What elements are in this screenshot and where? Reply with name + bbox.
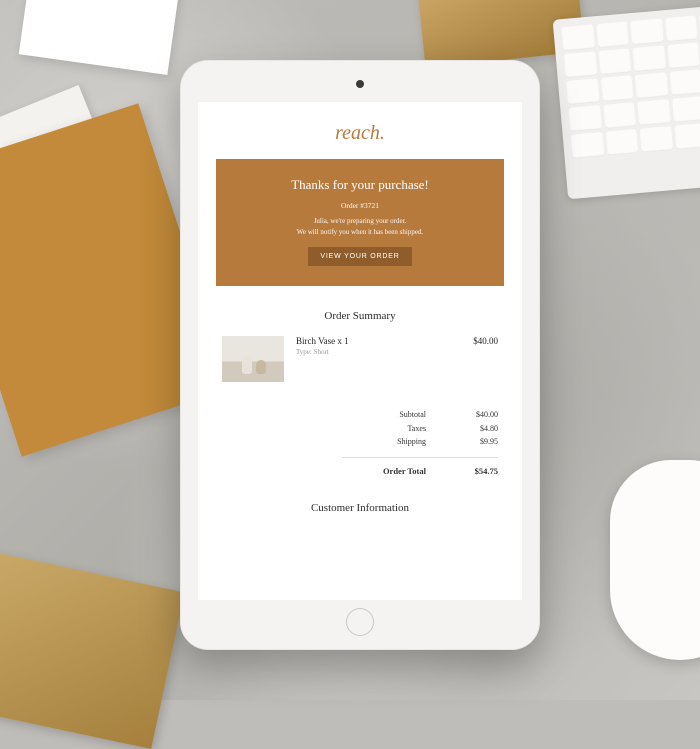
product-name: Birch Vase x 1 xyxy=(296,336,461,346)
totals-divider xyxy=(342,457,498,458)
brand-logo: reach. xyxy=(198,102,522,159)
taxes-value: $4.80 xyxy=(456,422,498,436)
message-line-1: Julia, we're preparing your order. xyxy=(314,217,407,225)
prop-keyboard xyxy=(553,1,700,199)
confirmation-banner: Thanks for your purchase! Order #3721 Ju… xyxy=(216,159,504,286)
order-number: Order #3721 xyxy=(232,201,488,210)
order-total-value: $54.75 xyxy=(456,464,498,478)
prop-mouse xyxy=(610,460,700,660)
line-item-row: Birch Vase x 1 Type: Short $40.00 xyxy=(198,336,522,382)
order-summary-heading: Order Summary xyxy=(198,286,522,336)
tablet-home-button[interactable] xyxy=(346,608,374,636)
customer-info-heading: Customer Information xyxy=(198,478,522,528)
tablet-camera xyxy=(356,80,364,88)
shipping-label: Shipping xyxy=(366,435,426,449)
subtotal-label: Subtotal xyxy=(366,408,426,422)
tablet-screen: reach. Thanks for your purchase! Order #… xyxy=(198,102,522,600)
message-line-2: We will notify you when it has been ship… xyxy=(297,228,423,236)
product-info: Birch Vase x 1 Type: Short xyxy=(296,336,461,356)
shipping-value: $9.95 xyxy=(456,435,498,449)
subtotal-value: $40.00 xyxy=(456,408,498,422)
order-totals: Subtotal $40.00 Taxes $4.80 Shipping $9.… xyxy=(198,382,522,478)
product-price: $40.00 xyxy=(473,336,498,346)
taxes-label: Taxes xyxy=(366,422,426,436)
product-variant: Type: Short xyxy=(296,348,461,356)
thank-you-title: Thanks for your purchase! xyxy=(232,177,488,193)
product-thumbnail xyxy=(222,336,284,382)
order-total-label: Order Total xyxy=(366,464,426,478)
tablet-device: reach. Thanks for your purchase! Order #… xyxy=(180,60,540,650)
view-order-button[interactable]: VIEW YOUR ORDER xyxy=(308,247,411,266)
preparing-message: Julia, we're preparing your order. We wi… xyxy=(232,216,488,237)
